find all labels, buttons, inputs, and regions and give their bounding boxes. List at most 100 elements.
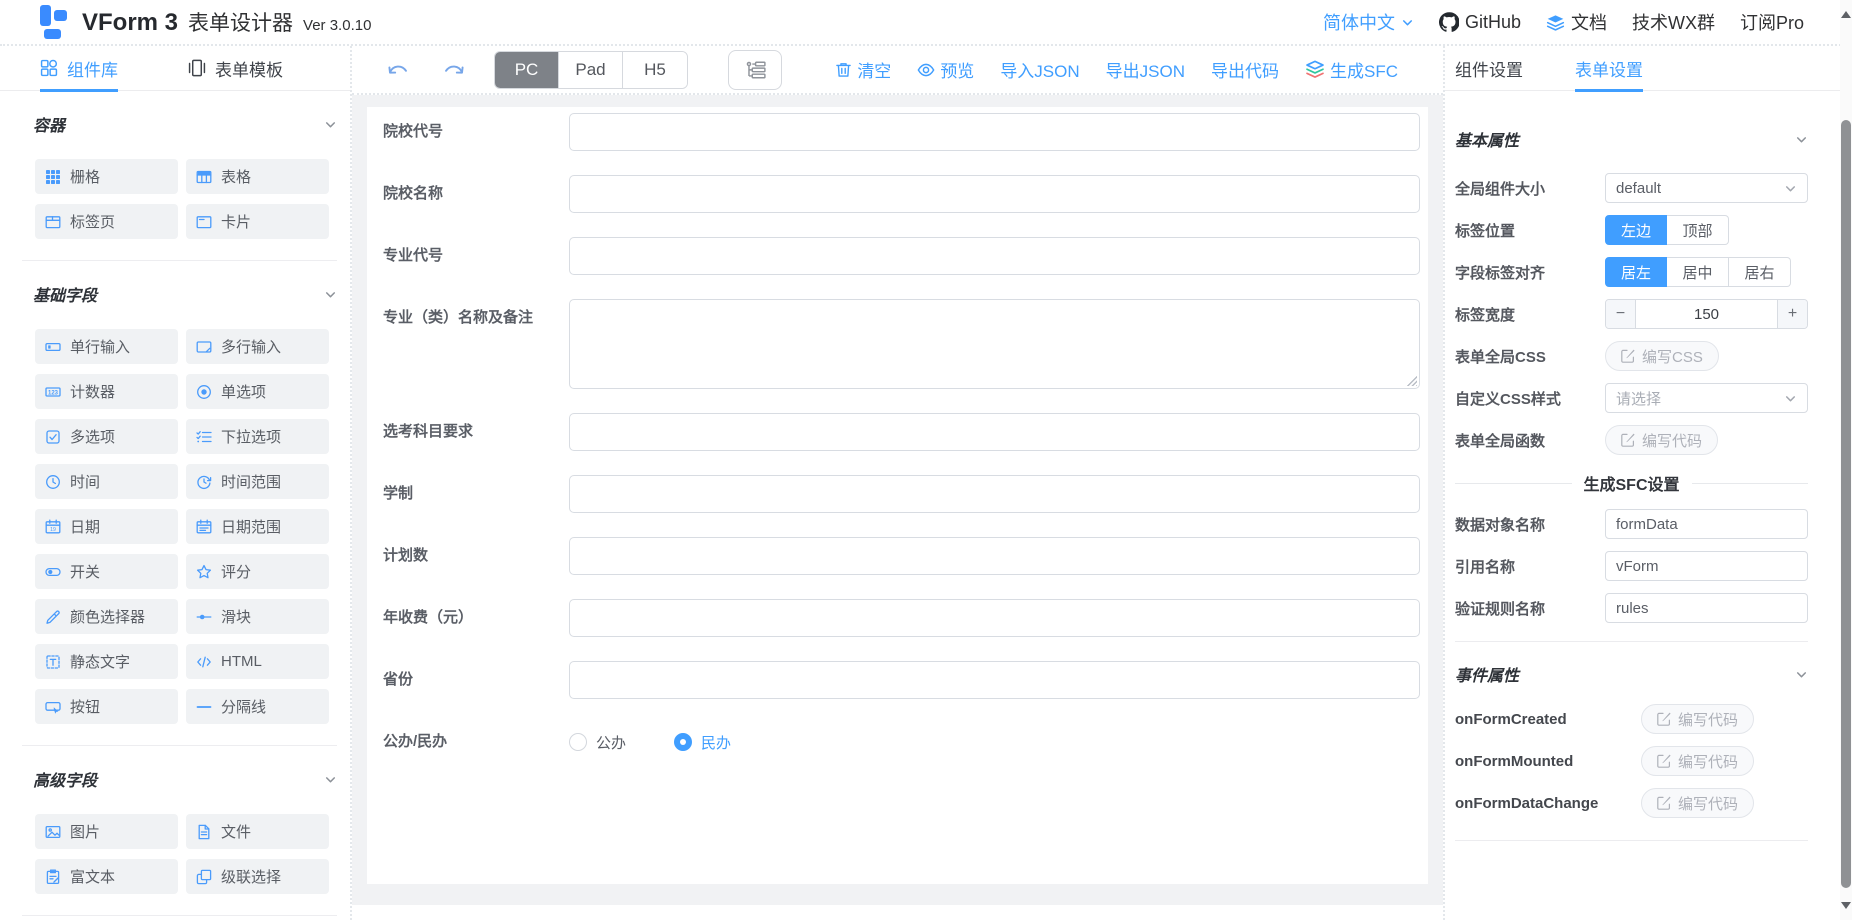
chevron-down-icon[interactable] [1795,133,1808,146]
form-field-major-name-remark[interactable]: 专业（类）名称及备注 [375,299,1420,389]
component-item-color-picker[interactable]: 颜色选择器 [35,599,178,634]
scrollbar-thumb[interactable] [1841,120,1851,888]
segment-option-2[interactable]: 居右 [1729,257,1791,287]
component-item-date-range[interactable]: 日期范围 [186,509,329,544]
text-input[interactable] [569,475,1420,513]
text-input[interactable] [569,537,1420,575]
wx-group-link[interactable]: 技术WX群 [1632,9,1715,35]
component-item-time-range[interactable]: 时间范围 [186,464,329,499]
field-label: 专业（类）名称及备注 [383,299,569,389]
component-item-picture-upload[interactable]: 图片 [35,814,178,849]
form-field-province[interactable]: 省份 [375,661,1420,699]
docs-link[interactable]: 文档 [1546,9,1607,35]
stepper-value[interactable]: 150 [1636,300,1777,328]
clear-button[interactable]: 清空 [835,57,891,82]
export-code-button[interactable]: 导出代码 [1211,57,1279,82]
code-editor-button[interactable]: 编写代码 [1605,425,1718,455]
decrease-button[interactable]: − [1606,300,1636,328]
component-item-card[interactable]: 卡片 [186,204,329,239]
tab-form-settings[interactable]: 表单设置 [1575,46,1643,90]
form-field-exam-subject-requirement[interactable]: 选考科目要求 [375,413,1420,451]
select-dropdown[interactable]: 请选择 [1605,383,1808,413]
chevron-down-icon[interactable] [324,118,337,131]
scroll-down-arrow-icon[interactable] [1841,902,1851,914]
form-field-school-code[interactable]: 院校代号 [375,113,1420,151]
preview-button[interactable]: 预览 [917,57,974,82]
component-item-static-text[interactable]: 静态文字 [35,644,178,679]
text-input[interactable]: rules [1605,593,1808,623]
text-input[interactable] [569,175,1420,213]
form-field-public-private[interactable]: 公办/民办公办民办 [375,723,1420,761]
node-tree-button[interactable] [728,50,782,90]
component-item-cascader[interactable]: 级联选择 [186,859,329,894]
subscribe-pro-link[interactable]: 订阅Pro [1740,9,1804,35]
radio-option-1[interactable]: 民办 [674,732,731,753]
device-pad[interactable]: Pad [559,52,623,88]
select-dropdown[interactable]: default [1605,173,1808,203]
undo-button[interactable] [386,61,410,79]
component-item-textarea[interactable]: 多行输入 [186,329,329,364]
import-json-button[interactable]: 导入JSON [1000,57,1079,82]
code-editor-button[interactable]: 编写代码 [1641,746,1754,776]
component-item-select[interactable]: 下拉选项 [186,419,329,454]
component-item-input[interactable]: 单行输入 [35,329,178,364]
resize-grip-icon[interactable] [1406,375,1417,386]
component-grid: 图片文件富文本级联选择 [35,814,350,894]
tab-form-templates[interactable]: 表单模板 [188,46,283,90]
scroll-up-arrow-icon[interactable] [1841,6,1851,18]
device-pc[interactable]: PC [495,52,559,88]
text-input[interactable]: formData [1605,509,1808,539]
component-item-date[interactable]: 19日期 [35,509,178,544]
component-item-slider[interactable]: 滑块 [186,599,329,634]
segment-option-1[interactable]: 居中 [1667,257,1729,287]
code-editor-button[interactable]: 编写代码 [1641,788,1754,818]
segment-option-0[interactable]: 左边 [1605,215,1667,245]
form-field-school-name[interactable]: 院校名称 [375,175,1420,213]
component-item-rich-editor[interactable]: 富文本 [35,859,178,894]
increase-button[interactable]: + [1777,300,1807,328]
form-field-annual-fee[interactable]: 年收费（元） [375,599,1420,637]
form-field-major-code[interactable]: 专业代号 [375,237,1420,275]
device-h5[interactable]: H5 [623,52,687,88]
component-item-rate[interactable]: 评分 [186,554,329,589]
tab-widget-settings[interactable]: 组件设置 [1455,46,1523,90]
form-field-plan-count[interactable]: 计划数 [375,537,1420,575]
component-item-checkbox[interactable]: 多选项 [35,419,178,454]
chevron-down-icon[interactable] [1795,668,1808,681]
github-link[interactable]: GitHub [1439,12,1521,33]
component-item-html-text[interactable]: HTML [186,644,329,679]
page-scrollbar[interactable] [1840,0,1852,920]
component-item-time[interactable]: 时间 [35,464,178,499]
component-item-table[interactable]: 表格 [186,159,329,194]
tab-component-library[interactable]: 组件库 [40,46,118,90]
component-item-switch[interactable]: 开关 [35,554,178,589]
text-input[interactable] [569,661,1420,699]
chevron-down-icon[interactable] [324,288,337,301]
text-input[interactable] [569,113,1420,151]
component-item-tab[interactable]: 标签页 [35,204,178,239]
text-input[interactable] [569,413,1420,451]
segment-option-1[interactable]: 顶部 [1667,215,1729,245]
code-editor-button[interactable]: 编写代码 [1641,704,1754,734]
component-item-file-upload[interactable]: 文件 [186,814,329,849]
language-select[interactable]: 简体中文 [1323,9,1414,35]
text-input[interactable]: vForm [1605,551,1808,581]
component-item-button[interactable]: 按钮 [35,689,178,724]
component-item-radio[interactable]: 单选项 [186,374,329,409]
redo-button[interactable] [442,61,466,79]
component-item-number[interactable]: 123计数器 [35,374,178,409]
generate-sfc-button[interactable]: 生成SFC [1305,57,1398,82]
form-field-study-length[interactable]: 学制 [375,475,1420,513]
radio-option-0[interactable]: 公办 [569,732,626,753]
picture-icon [45,824,61,840]
textarea-input[interactable] [569,299,1420,389]
form-canvas[interactable]: 院校代号院校名称专业代号专业（类）名称及备注选考科目要求学制计划数年收费（元） 省… [367,107,1428,884]
export-json-button[interactable]: 导出JSON [1106,57,1185,82]
code-editor-button[interactable]: 编写CSS [1605,341,1719,371]
component-item-divider[interactable]: 分隔线 [186,689,329,724]
text-input[interactable] [569,599,1420,637]
text-input[interactable] [569,237,1420,275]
component-item-grid[interactable]: 栅格 [35,159,178,194]
segment-option-0[interactable]: 居左 [1605,257,1667,287]
chevron-down-icon[interactable] [324,773,337,786]
